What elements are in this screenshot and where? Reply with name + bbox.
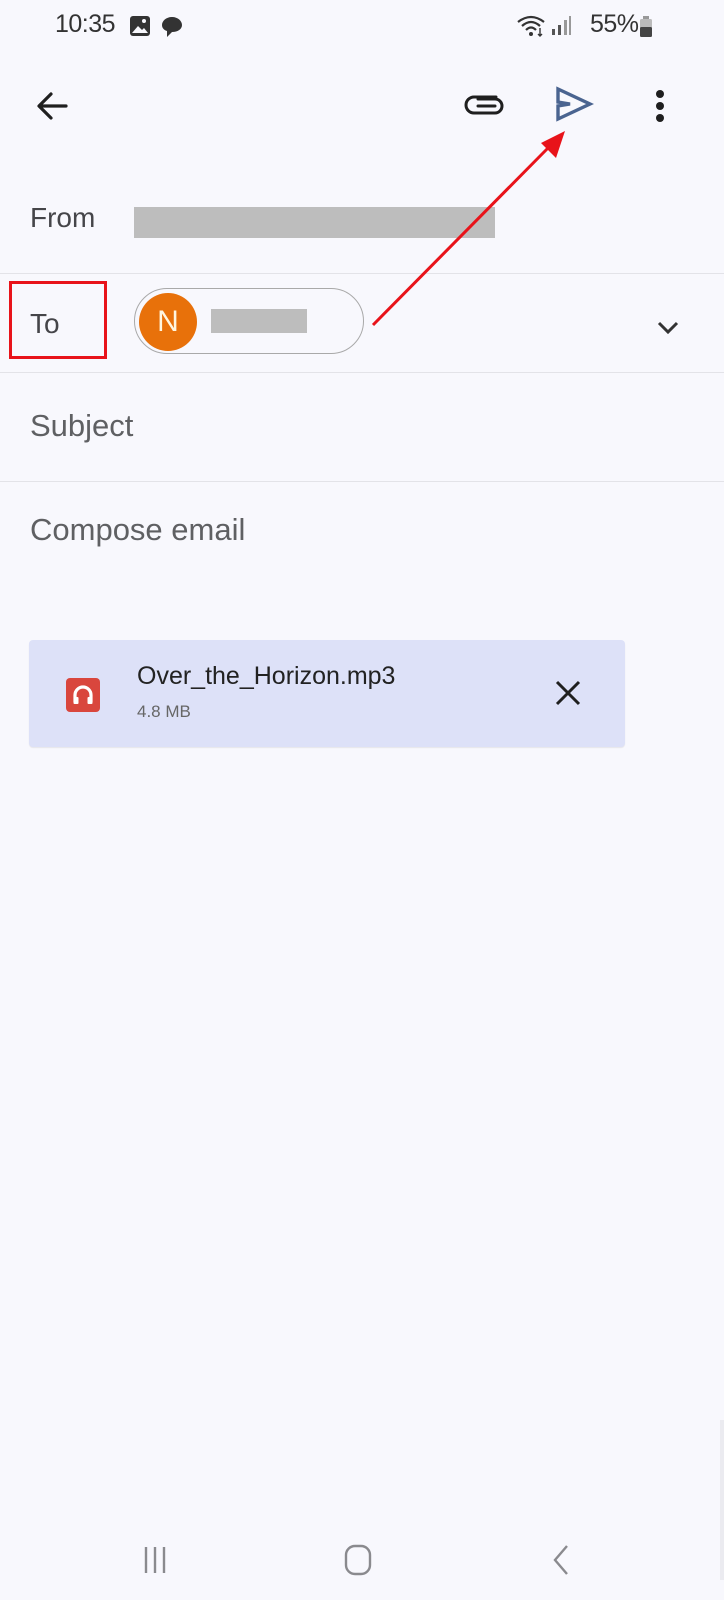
nav-back-button[interactable] [536, 1535, 586, 1585]
recent-apps-button[interactable] [130, 1535, 180, 1585]
headphones-icon [66, 678, 100, 717]
home-button[interactable] [333, 1535, 383, 1585]
subject-input[interactable]: Subject [30, 408, 690, 444]
compose-body-input[interactable]: Compose email [30, 512, 690, 548]
close-icon [555, 680, 581, 706]
attachment-file-size: 4.8 MB [137, 702, 191, 721]
attachment-card[interactable]: Over_the_Horizon.mp3 4.8 MB [29, 640, 625, 747]
attachment-file-name: Over_the_Horizon.mp3 [137, 662, 396, 690]
home-icon [344, 1544, 372, 1576]
nav-back-icon [553, 1545, 568, 1575]
remove-attachment-button[interactable] [545, 670, 591, 716]
annotation-arrow [371, 131, 565, 327]
recent-apps-icon [144, 1547, 166, 1573]
scrollbar-track[interactable] [720, 1420, 724, 1580]
divider [0, 481, 724, 482]
